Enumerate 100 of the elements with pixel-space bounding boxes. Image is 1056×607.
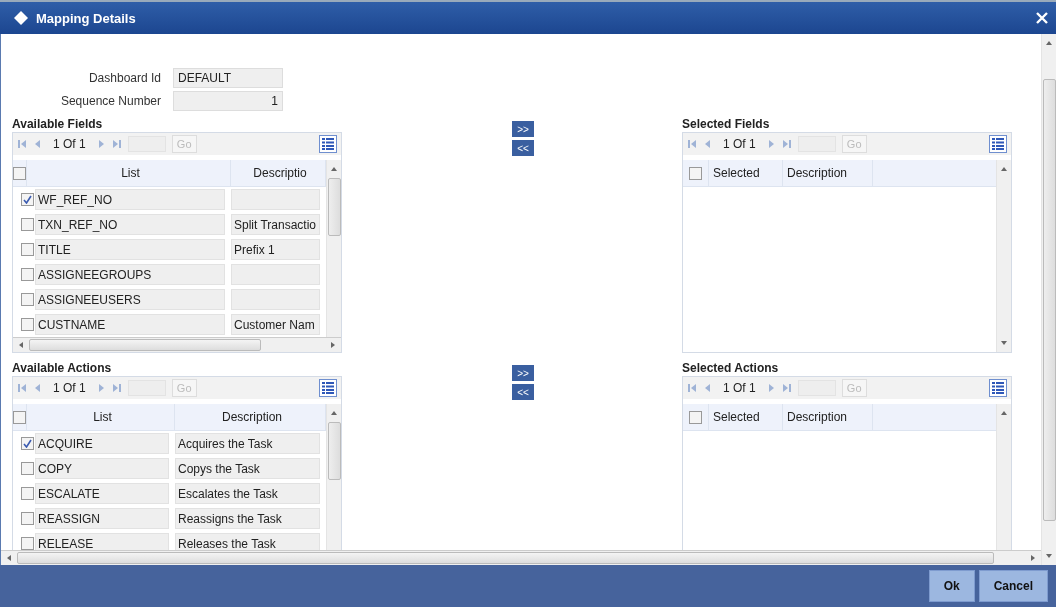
table-cell: Reassigns the Task (175, 508, 320, 529)
dialog-button[interactable]: Cancel (978, 570, 1048, 602)
column-header[interactable]: Selected (709, 160, 783, 186)
horizontal-scrollbar[interactable] (1, 550, 1041, 565)
previous-page-icon[interactable] (703, 139, 713, 149)
move-button[interactable]: >> (512, 365, 534, 381)
table-cell: Split Transactio (231, 214, 320, 235)
table-cell: TITLE (35, 239, 225, 260)
checkbox[interactable] (13, 166, 26, 180)
scroll-down-arrow-icon[interactable] (1045, 552, 1053, 560)
vertical-scrollbar[interactable] (996, 404, 1011, 550)
scrollbar-thumb[interactable] (327, 422, 341, 480)
table-cell: ESCALATE (35, 483, 169, 504)
page-indicator: 1 Of 1 (723, 137, 756, 151)
field-label: Dashboard Id (87, 71, 161, 85)
table-cell: Customer Nam (231, 314, 320, 335)
move-button[interactable]: << (512, 384, 534, 400)
previous-page-icon[interactable] (33, 383, 43, 393)
checkbox[interactable] (21, 293, 34, 306)
page-indicator: 1 Of 1 (723, 381, 756, 395)
column-header[interactable]: Description (783, 404, 873, 430)
table-cell: RELEASE (35, 533, 169, 550)
scrollbar-thumb[interactable] (327, 178, 341, 236)
checkbox[interactable] (21, 512, 34, 525)
table-cell: Escalates the Task (175, 483, 320, 504)
column-header[interactable]: List (27, 404, 175, 430)
checkbox[interactable] (21, 462, 34, 475)
last-page-icon[interactable] (781, 383, 792, 393)
previous-page-icon[interactable] (33, 139, 43, 149)
checkbox[interactable] (21, 218, 34, 231)
table-cell: Releases the Task (175, 533, 320, 550)
checkbox[interactable] (21, 537, 34, 550)
scroll-up-arrow-icon[interactable] (1045, 39, 1053, 47)
scroll-up-arrow-icon[interactable] (330, 165, 338, 173)
section-title: Available Fields (12, 117, 104, 132)
column-header[interactable]: Selected (709, 404, 783, 430)
last-page-icon[interactable] (111, 383, 122, 393)
section-title: Selected Fields (682, 117, 771, 132)
vertical-scrollbar[interactable] (326, 160, 341, 337)
checkbox[interactable] (13, 410, 26, 424)
previous-page-icon[interactable] (703, 383, 713, 393)
table-cell: CUSTNAME (35, 314, 225, 335)
last-page-icon[interactable] (781, 139, 792, 149)
table-cell: WF_REF_NO (35, 189, 225, 210)
first-page-icon[interactable] (17, 139, 27, 149)
scroll-right-arrow-icon[interactable] (1029, 554, 1037, 562)
page-indicator: 1 Of 1 (53, 137, 86, 151)
dialog-button[interactable]: Ok (928, 570, 975, 602)
move-button[interactable]: >> (512, 121, 534, 137)
scroll-up-arrow-icon[interactable] (1000, 409, 1008, 417)
scrollbar-thumb[interactable] (29, 339, 261, 351)
input-field[interactable]: 1 (173, 91, 283, 111)
page-indicator: 1 Of 1 (53, 381, 86, 395)
scroll-left-arrow-icon[interactable] (5, 554, 13, 562)
checkbox[interactable] (21, 318, 34, 331)
table-cell: TXN_REF_NO (35, 214, 225, 235)
vertical-scrollbar[interactable] (326, 404, 341, 550)
section-title: Selected Actions (682, 361, 780, 376)
field-label: Sequence Number (59, 94, 161, 108)
scroll-right-arrow-icon[interactable] (329, 341, 337, 349)
table-cell: ACQUIRE (35, 433, 169, 454)
horizontal-scrollbar[interactable] (13, 337, 341, 352)
last-page-icon[interactable] (111, 139, 122, 149)
scroll-down-arrow-icon[interactable] (1000, 339, 1008, 347)
checkbox[interactable] (21, 243, 34, 256)
checkbox[interactable] (21, 437, 34, 450)
move-button[interactable]: << (512, 140, 534, 156)
scroll-up-arrow-icon[interactable] (330, 409, 338, 417)
table-cell: ASSIGNEEUSERS (35, 289, 225, 310)
list-view-icon[interactable] (989, 135, 1007, 153)
section-title: Available Actions (12, 361, 113, 376)
table-cell: REASSIGN (35, 508, 169, 529)
checkbox[interactable] (21, 268, 34, 281)
table-cell: ASSIGNEEGROUPS (35, 264, 225, 285)
column-header[interactable]: List (27, 160, 231, 186)
list-view-icon[interactable] (319, 135, 337, 153)
scroll-up-arrow-icon[interactable] (1000, 165, 1008, 173)
column-header[interactable]: Description (783, 160, 873, 186)
checkbox[interactable] (689, 166, 702, 180)
scroll-left-arrow-icon[interactable] (17, 341, 25, 349)
vertical-scrollbar[interactable] (1041, 34, 1056, 565)
table-cell: Copys the Task (175, 458, 320, 479)
table-cell: Acquires the Task (175, 433, 320, 454)
checkbox[interactable] (21, 487, 34, 500)
diamond-icon (14, 11, 28, 25)
window-title: Mapping Details (36, 10, 137, 26)
first-page-icon[interactable] (687, 383, 697, 393)
vertical-scrollbar[interactable] (996, 160, 1011, 352)
scrollbar-thumb[interactable] (17, 552, 994, 564)
first-page-icon[interactable] (17, 383, 27, 393)
checkbox[interactable] (21, 193, 34, 206)
input-field[interactable]: DEFAULT (173, 68, 283, 88)
checkbox[interactable] (689, 410, 702, 424)
table-cell: COPY (35, 458, 169, 479)
list-view-icon[interactable] (319, 379, 337, 397)
close-icon[interactable] (1036, 12, 1048, 24)
list-view-icon[interactable] (989, 379, 1007, 397)
table-cell: Prefix 1 (231, 239, 320, 260)
scrollbar-thumb[interactable] (1042, 78, 1056, 521)
first-page-icon[interactable] (687, 139, 697, 149)
